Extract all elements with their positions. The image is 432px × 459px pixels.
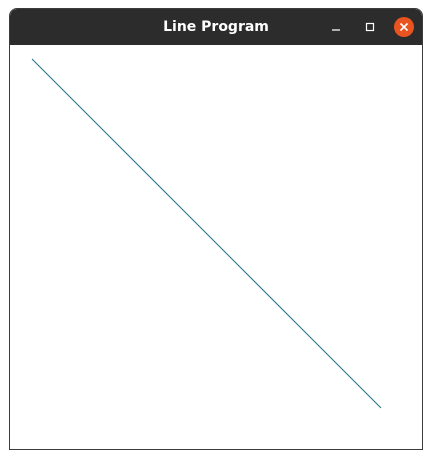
title-bar[interactable]: Line Program — [10, 9, 422, 45]
drawing-surface — [31, 58, 382, 409]
diagonal-line — [31, 58, 382, 409]
maximize-icon — [365, 22, 375, 32]
app-window: Line Program — [9, 8, 423, 450]
close-button[interactable] — [394, 17, 414, 37]
minimize-icon — [332, 29, 340, 31]
minimize-button[interactable] — [326, 17, 346, 37]
maximize-button[interactable] — [360, 17, 380, 37]
drawing-canvas[interactable] — [10, 45, 422, 449]
close-icon — [399, 22, 409, 32]
